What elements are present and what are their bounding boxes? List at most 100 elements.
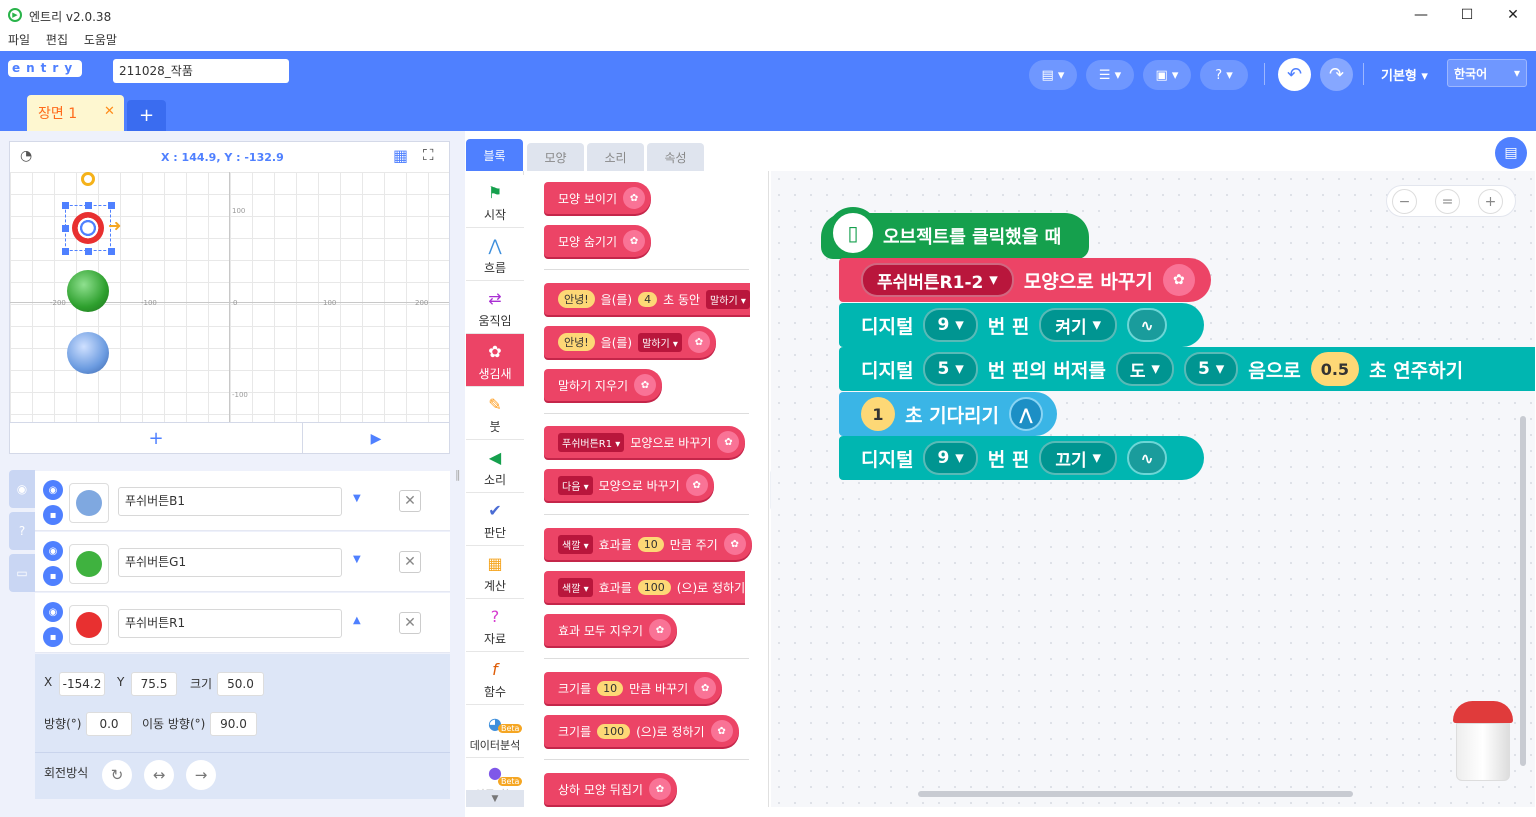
grid-icon[interactable]: ▦ [393, 146, 408, 165]
maximize-button[interactable]: ☐ [1444, 0, 1490, 30]
zoom-out-button[interactable]: − [1392, 189, 1417, 214]
block-show-shape[interactable]: 모양 보이기 ✿ [544, 182, 652, 214]
lock-icon[interactable]: ▪ [43, 566, 63, 586]
block-input[interactable]: 100 [597, 723, 631, 739]
vertical-scrollbar[interactable] [1520, 416, 1526, 766]
resize-handle[interactable] [108, 248, 115, 255]
mode-dropdown[interactable]: 기본형 ▾ [1381, 65, 1428, 84]
category-brush[interactable]: ✎ 붓 [466, 387, 524, 440]
delete-object-button[interactable]: ✕ [399, 490, 421, 512]
block-dropdown[interactable]: 켜기 ▾ [1039, 308, 1118, 342]
block-wait[interactable]: 1 초 기다리기 ⋀ [839, 392, 1057, 436]
block-dropdown[interactable]: 색깔 ▾ [558, 534, 593, 554]
block-clear-say[interactable]: 말하기 지우기 ✿ [544, 369, 663, 401]
add-scene-button[interactable]: + [127, 100, 166, 131]
block-input[interactable]: 1 [861, 397, 895, 431]
resize-handle[interactable] [108, 202, 115, 209]
object-row-blue[interactable]: ◉ ▪ 푸쉬버튼B1 ▼ ✕ [35, 471, 450, 531]
tab-blocks[interactable]: 블록 [466, 139, 523, 171]
block-dropdown[interactable]: 말하기 ▾ [706, 289, 750, 309]
category-flow[interactable]: ⋀ 흐름 [466, 228, 524, 281]
console-tab[interactable]: ▭ [9, 554, 35, 592]
tab-properties[interactable]: 속성 [647, 143, 704, 171]
project-name-input[interactable]: 211028_작품 [113, 59, 289, 83]
block-digital-on[interactable]: 디지털 9 ▾ 번 핀 켜기 ▾ ∿ [839, 303, 1204, 347]
object-name-input[interactable]: 푸쉬버튼R1 [118, 609, 342, 638]
run-button[interactable]: ▶ [303, 422, 449, 454]
redo-button[interactable]: ↷ [1320, 58, 1353, 91]
block-add-effect[interactable]: 색깔 ▾ 효과를 10 만큼 주기 ✿ [544, 528, 752, 560]
resize-handle[interactable] [85, 248, 92, 255]
category-looks[interactable]: ✿ 생김새 [466, 334, 524, 387]
delete-object-button[interactable]: ✕ [399, 612, 421, 634]
lock-icon[interactable]: ▪ [43, 505, 63, 525]
blue-button-sprite[interactable] [67, 332, 109, 374]
category-function[interactable]: f 함수 [466, 652, 524, 705]
block-say[interactable]: 안녕! 을(를) 말하기 ▾ ✿ [544, 326, 716, 358]
zoom-reset-button[interactable]: = [1435, 189, 1460, 214]
expand-object-icon[interactable]: ▼ [353, 493, 361, 504]
block-input[interactable]: 안녕! [558, 290, 595, 308]
direction-input[interactable]: 0.0 [86, 712, 132, 736]
resize-handle[interactable] [62, 202, 69, 209]
block-dropdown[interactable]: 색깔 ▾ [558, 577, 593, 597]
menu-edit[interactable]: 편집 [46, 33, 68, 47]
category-move[interactable]: ⇄ 움직임 [466, 281, 524, 334]
resize-handle[interactable] [62, 225, 69, 232]
block-input[interactable]: 0.5 [1310, 352, 1360, 386]
hat-block-object-click[interactable]: ▯ 오브젝트를 클릭했을 때 [821, 207, 1089, 259]
fullscreen-icon[interactable]: ⛶ [423, 146, 434, 164]
eye-icon[interactable]: ◉ [43, 541, 63, 561]
block-hide-shape[interactable]: 모양 숨기기 ✿ [544, 225, 652, 257]
block-input[interactable]: 안녕! [558, 333, 595, 351]
block-change-shape[interactable]: 푸쉬버튼R1 ▾ 모양으로 바꾸기 ✿ [544, 426, 746, 458]
tab-sounds[interactable]: 소리 [587, 143, 644, 171]
expand-object-icon[interactable]: ▼ [353, 554, 361, 565]
category-calc[interactable]: ▦ 계산 [466, 546, 524, 599]
block-dropdown[interactable]: 9 ▾ [923, 441, 978, 475]
block-dropdown[interactable]: 끄기 ▾ [1039, 441, 1118, 475]
block-dropdown[interactable]: 5 ▾ [1183, 352, 1239, 386]
size-input[interactable]: 50.0 [217, 672, 264, 696]
object-name-input[interactable]: 푸쉬버튼B1 [118, 487, 342, 516]
block-input[interactable]: 10 [637, 536, 664, 552]
undo-button[interactable]: ↶ [1278, 58, 1311, 91]
rotation-handle[interactable] [81, 172, 95, 186]
tab-scene-1[interactable]: 장면 1 ✕ [27, 95, 124, 131]
tab-shapes[interactable]: 모양 [527, 143, 584, 171]
block-dropdown[interactable]: 푸쉬버튼R1-2 ▾ [861, 263, 1014, 297]
block-input[interactable]: 10 [597, 680, 624, 696]
block-dropdown[interactable]: 다음 ▾ [558, 475, 593, 495]
language-dropdown[interactable]: 한국어 ▾ [1447, 59, 1527, 87]
entry-logo[interactable]: entry [8, 60, 83, 77]
close-scene-icon[interactable]: ✕ [104, 104, 115, 119]
block-buzzer[interactable]: 디지털 5 ▾ 번 핀의 버저를 도 ▾ 5 ▾ 음으로 0.5 초 연주하기 [839, 347, 1535, 391]
mode-menu-button[interactable]: ▤ ▾ [1029, 60, 1077, 90]
block-change-size[interactable]: 크기를 10 만큼 바꾸기 ✿ [544, 672, 723, 704]
object-name-input[interactable]: 푸쉬버튼G1 [118, 548, 342, 577]
block-clear-effects[interactable]: 효과 모두 지우기 ✿ [544, 614, 677, 646]
category-start[interactable]: ⚑ 시작 [466, 175, 524, 228]
direction-arrow-icon[interactable]: ➜ [108, 216, 121, 235]
category-data[interactable]: ? 자료 [466, 599, 524, 652]
block-dropdown[interactable]: 5 ▾ [923, 352, 978, 386]
delete-object-button[interactable]: ✕ [399, 551, 421, 573]
block-dropdown[interactable]: 9 ▾ [923, 308, 978, 342]
zoom-in-button[interactable]: + [1478, 189, 1503, 214]
block-next-shape[interactable]: 다음 ▾ 모양으로 바꾸기 ✿ [544, 469, 714, 501]
collapse-object-icon[interactable]: ▲ [353, 615, 361, 626]
lock-icon[interactable]: ▪ [43, 627, 63, 647]
rotate-free-button[interactable]: ↻ [102, 760, 132, 790]
help-tab[interactable]: ? [9, 512, 35, 550]
object-row-red[interactable]: ◉ ▪ 푸쉬버튼R1 ▲ ✕ [35, 593, 450, 653]
block-input[interactable]: 4 [638, 291, 658, 307]
green-button-sprite[interactable] [67, 270, 109, 312]
eye-icon[interactable]: ◉ [43, 480, 63, 500]
resize-handle[interactable] [62, 248, 69, 255]
comment-button[interactable]: ▤ [1495, 137, 1527, 169]
block-input[interactable]: 100 [637, 579, 671, 595]
y-input[interactable]: 75.5 [131, 672, 177, 696]
block-set-size[interactable]: 크기를 100 (으)로 정하기 ✿ [544, 715, 739, 747]
rotate-horizontal-button[interactable]: ↔ [144, 760, 174, 790]
category-data-analysis[interactable]: ◕ Beta 데이터분석 [466, 705, 524, 758]
